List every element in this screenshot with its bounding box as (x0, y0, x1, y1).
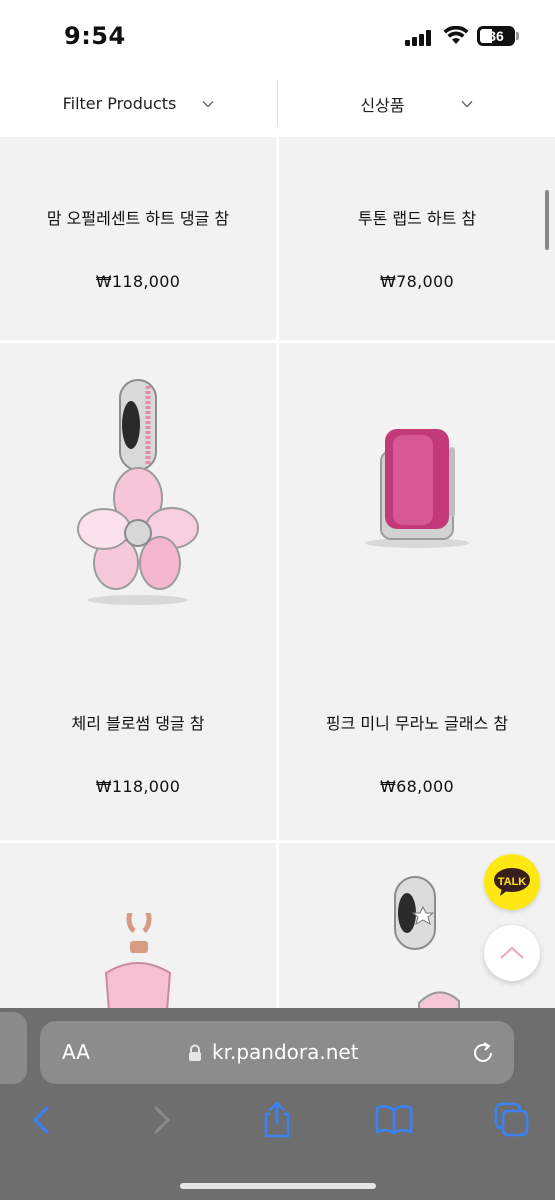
bookmarks-icon[interactable] (372, 1098, 416, 1142)
tabs-icon[interactable] (490, 1098, 534, 1142)
star-dangle-charm-image (394, 876, 460, 1013)
filter-products-dropdown[interactable]: Filter Products (0, 70, 277, 137)
address-bar[interactable]: AA kr.pandora.net (40, 1021, 514, 1084)
reload-icon[interactable] (470, 1040, 496, 1066)
product-price: ₩118,000 (95, 272, 181, 291)
back-icon[interactable] (20, 1098, 64, 1142)
home-indicator (180, 1183, 376, 1189)
forward-icon[interactable] (139, 1098, 183, 1142)
scroll-to-top-button[interactable] (484, 925, 540, 981)
pink-murano-charm-image (365, 429, 469, 548)
chevron-down-icon (461, 100, 473, 107)
filter-bar: Filter Products 신상품 (0, 70, 555, 138)
product-name: 핑크 미니 무라노 글래스 참 (325, 714, 509, 733)
filter-products-label: Filter Products (62, 94, 177, 113)
scroll-indicator (545, 190, 549, 250)
share-icon[interactable] (255, 1098, 299, 1142)
product-card[interactable]: 핑크 미니 무라노 글래스 참 ₩68,000 (279, 343, 555, 840)
talk-label: TALK (497, 876, 527, 888)
previous-tab-pill[interactable] (0, 1012, 27, 1084)
product-price: ₩118,000 (95, 777, 181, 796)
chevron-down-icon (202, 100, 214, 107)
clock: 9:54 (64, 22, 126, 50)
product-card[interactable]: 맘 오펄레센트 하트 댕글 참 ₩118,000 (0, 137, 276, 340)
rose-gold-charm-image (104, 913, 172, 1023)
product-name: 체리 블로썸 댕글 참 (71, 714, 205, 733)
product-name: 맘 오펄레센트 하트 댕글 참 (46, 209, 230, 228)
product-price: ₩68,000 (380, 777, 454, 796)
product-card[interactable]: 투톤 랩드 하트 참 ₩78,000 (279, 137, 555, 340)
lock-icon (189, 1044, 201, 1061)
sort-dropdown[interactable]: 신상품 (278, 70, 555, 137)
chevron-up-icon (500, 946, 524, 959)
cellular-signal-icon (405, 30, 435, 46)
product-name: 투톤 랩드 하트 참 (357, 209, 477, 228)
battery-level: 36 (488, 28, 504, 44)
sort-label: 신상품 (360, 95, 405, 115)
battery-cap (516, 32, 519, 40)
reader-settings-button[interactable]: AA (62, 1021, 90, 1084)
url-text: kr.pandora.net (212, 1040, 359, 1064)
status-bar: 9:54 36 (0, 0, 555, 70)
wifi-icon (443, 26, 469, 44)
kakao-talk-button[interactable]: TALK (484, 854, 540, 910)
cherry-blossom-charm-image (77, 379, 199, 605)
battery-icon: 36 (477, 26, 515, 46)
product-card[interactable]: 체리 블로썸 댕글 참 ₩118,000 (0, 343, 276, 840)
product-price: ₩78,000 (380, 272, 454, 291)
